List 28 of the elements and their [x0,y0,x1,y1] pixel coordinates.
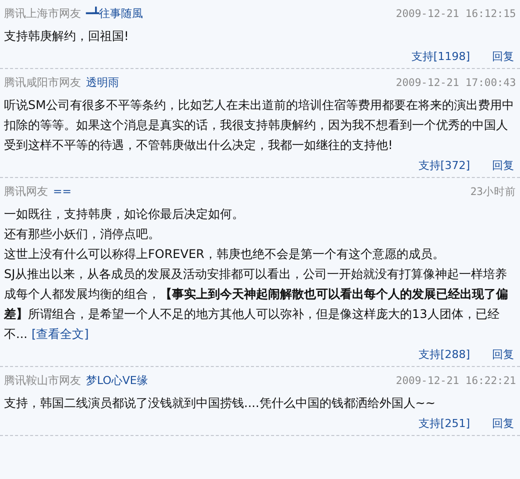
comment-source: 腾讯上海市网友 [4,6,81,22]
comment-time: 2009-12-21 16:12:15 [396,7,516,22]
comment-time: 2009-12-21 16:22:21 [396,374,516,389]
support-link[interactable]: 支持[372] [418,158,470,174]
support-link[interactable]: 支持[251] [418,416,470,432]
username-link[interactable]: 透明雨 [86,75,119,91]
read-more-link[interactable]: [查看全文] [31,327,89,341]
reply-link[interactable]: 回复 [492,347,514,363]
reply-link[interactable]: 回复 [492,158,514,174]
support-link[interactable]: 支持[288] [418,347,470,363]
support-link[interactable]: 支持[1198] [411,49,470,65]
comment-text: 支持韩庚解约，回祖国! [4,28,130,45]
comment-text: 还有那些小妖们，消停点吧。 [4,226,161,243]
comment-text: 听说SM公司有很多不平等条约，比如艺人在未出道前的培训住宿等费用都要在将来的演出费用中扣除的等等。如果这个消息是真实的话，我很支持韩庚解约，因为我不想看到一个优秀的中国人受到这样不平等的待遇，不管韩庚做出什么决定，我都一如继往的支持他! [4,97,515,154]
username-link[interactable]: 梦LO心VE缘 [86,373,148,389]
comment-text: 支持，韩国二线演员都说了没钱就到中国捞钱....凭什么中国的钱都洒给外国人~~ [4,395,436,412]
comment-source: 腾讯咸阳市网友 [4,75,81,91]
username-link[interactable]: ━┻往事随風 [86,6,144,22]
comment-time: 2009-12-21 17:00:43 [396,76,516,91]
comment-time: 23小时前 [470,185,516,200]
comment-text: SJ从推出以来，从各成员的发展及活动安排都可以看出，公司一开始就没有打算像神起一样培养成每个人都发展均衡的组合，【事实上到今天神起闹解散也可以看出每个人的发展已经出现了偏差】所谓组合，是希望一个人不足的地方其他人可以弥补，但是像这样庞大的13人团体，已经不... [查看全文] [4,266,509,343]
reply-link[interactable]: 回复 [492,416,514,432]
comment-text: 一如既往，支持韩庚，如论你最后决定如何。 [4,206,245,223]
reply-link[interactable]: 回复 [492,49,514,65]
comment-source: 腾讯网友 [4,184,48,200]
comment-text: 这世上没有什么可以称得上FOREVER，韩庚也绝不会是第一个有这个意愿的成员。 [4,246,446,263]
username-link[interactable]: == [53,184,72,200]
comment-source: 腾讯鞍山市网友 [4,373,81,389]
